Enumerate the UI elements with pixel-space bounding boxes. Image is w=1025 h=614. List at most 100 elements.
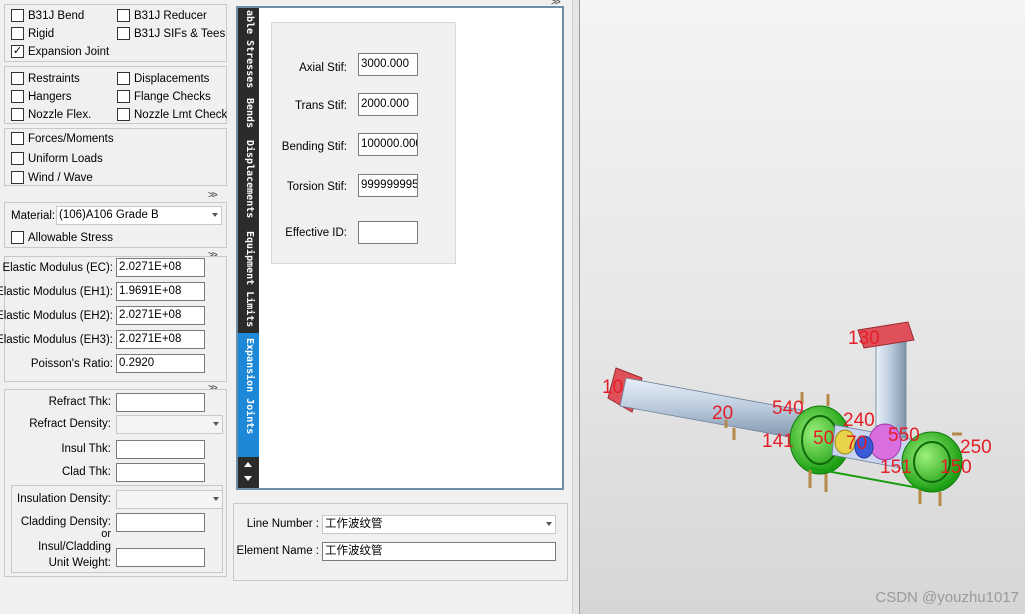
tab-allowable-stresses[interactable]: able Stresses xyxy=(244,10,255,88)
effective-id-field[interactable] xyxy=(358,221,418,244)
forces-moments-checkbox[interactable]: Forces/Moments xyxy=(11,132,114,145)
checkbox-label: Displacements xyxy=(134,72,210,85)
node-label: 20 xyxy=(712,403,734,424)
displacements-checkbox[interactable]: Displacements xyxy=(117,72,209,85)
element-name-label: Element Name : xyxy=(236,545,319,557)
checkbox-box xyxy=(11,231,24,244)
checkbox-box xyxy=(11,90,24,103)
rigid-checkbox[interactable]: Rigid xyxy=(11,27,54,40)
trans-stif-field[interactable]: 2000.000 xyxy=(358,93,418,116)
ec-label: Elastic Modulus (EC): xyxy=(2,262,113,274)
axial-stif-field[interactable]: 3000.000 xyxy=(358,53,418,76)
checkbox-label: Nozzle Flex. xyxy=(28,108,92,121)
node-label: 250 xyxy=(960,437,992,458)
checkbox-label: B31J Reducer xyxy=(134,9,207,22)
cladding-density-field[interactable] xyxy=(116,513,205,532)
tab-scroll-up-icon[interactable] xyxy=(244,462,252,467)
insul-thk-field[interactable] xyxy=(116,440,205,459)
unit-weight-label-2: Unit Weight: xyxy=(48,557,111,569)
or-label: or xyxy=(101,528,111,540)
checkbox-label: Flange Checks xyxy=(134,90,211,103)
flange-checks-checkbox[interactable]: Flange Checks xyxy=(117,90,211,103)
unit-weight-field[interactable] xyxy=(116,548,205,567)
eh3-label: Elastic Modulus (EH3): xyxy=(0,334,113,346)
clad-thk-label: Clad Thk: xyxy=(61,466,111,478)
tab-bends[interactable]: Bends xyxy=(244,98,255,128)
checkbox-box xyxy=(117,72,130,85)
torsion-stif-label: Torsion Stif: xyxy=(286,181,347,193)
checkbox-box xyxy=(117,27,130,40)
checkbox-label: B31J Bend xyxy=(28,9,85,22)
checkbox-label: Restraints xyxy=(28,72,80,85)
refract-thk-field[interactable] xyxy=(116,393,205,412)
poisson-field[interactable]: 0.2920 xyxy=(116,354,205,373)
material-select[interactable]: (106)A106 Grade B xyxy=(56,206,222,225)
poisson-label: Poisson's Ratio: xyxy=(30,358,113,370)
element-name-field[interactable]: 工作波纹管 xyxy=(322,542,556,561)
refract-thk-label: Refract Thk: xyxy=(48,396,111,408)
nozzle-flex-checkbox[interactable]: Nozzle Flex. xyxy=(11,108,91,121)
checkbox-label: Nozzle Lmt Check xyxy=(134,108,228,121)
wind-wave-checkbox[interactable]: Wind / Wave xyxy=(11,171,93,184)
bending-stif-label: Bending Stif: xyxy=(281,141,347,153)
node-label: 151 xyxy=(880,457,912,478)
cladding-density-label: Cladding Density: xyxy=(20,516,111,528)
unit-weight-label-1: Insul/Cladding xyxy=(38,541,111,553)
tab-equipment-limits[interactable]: Equipment Limits xyxy=(244,231,255,327)
checkbox-label: Allowable Stress xyxy=(28,231,114,244)
material-label: Material: xyxy=(11,210,56,222)
ec-field[interactable]: 2.0271E+08 xyxy=(116,258,205,277)
checkbox-box xyxy=(117,108,130,121)
b31j-sifs-tees-checkbox[interactable]: B31J SIFs & Tees xyxy=(117,27,225,40)
node-label: 240 xyxy=(843,410,875,431)
dropdown-arrow-icon xyxy=(213,422,219,426)
dropdown-arrow-icon xyxy=(213,497,219,501)
node-label: 130 xyxy=(848,328,880,349)
expansion-joint-checkbox[interactable]: ✓ Expansion Joint xyxy=(11,45,109,58)
panel-splitter[interactable] xyxy=(572,0,580,614)
nozzle-lmt-check-checkbox[interactable]: Nozzle Lmt Check xyxy=(117,108,227,121)
line-number-label: Line Number : xyxy=(246,518,319,530)
checkbox-box xyxy=(11,72,24,85)
checkbox-box xyxy=(11,152,24,165)
restraints-checkbox[interactable]: Restraints xyxy=(11,72,80,85)
insul-density-select[interactable] xyxy=(116,490,223,509)
checkbox-label: Forces/Moments xyxy=(28,132,114,145)
insul-density-label: Insulation Density: xyxy=(17,493,111,505)
tab-scroll-down-icon[interactable] xyxy=(244,476,252,481)
node-label: 540 xyxy=(772,398,804,419)
checkbox-label: B31J SIFs & Tees xyxy=(134,27,226,40)
expand-material-icon[interactable]: >> xyxy=(208,190,218,201)
eh2-label: Elastic Modulus (EH2): xyxy=(0,310,113,322)
allowable-stress-checkbox[interactable]: Allowable Stress xyxy=(11,231,113,244)
torsion-stif-field[interactable]: 999999995 xyxy=(358,174,418,197)
insul-thk-label: Insul Thk: xyxy=(61,443,111,455)
watermark: CSDN @youzhu1017 xyxy=(875,589,1019,606)
eh3-field[interactable]: 2.0271E+08 xyxy=(116,330,205,349)
checkbox-label: Uniform Loads xyxy=(28,152,103,165)
checkbox-box xyxy=(11,171,24,184)
b31j-bend-checkbox[interactable]: B31J Bend xyxy=(11,9,84,22)
b31j-reducer-checkbox[interactable]: B31J Reducer xyxy=(117,9,207,22)
checkbox-label: Expansion Joint xyxy=(28,45,110,58)
tab-expansion-joints[interactable]: Expansion Joints xyxy=(244,338,255,434)
material-value: (106)A106 Grade B xyxy=(59,209,159,221)
hangers-checkbox[interactable]: Hangers xyxy=(11,90,71,103)
checkmark-icon: ✓ xyxy=(11,45,24,58)
eh1-field[interactable]: 1.9691E+08 xyxy=(116,282,205,301)
checkbox-box xyxy=(11,132,24,145)
bending-stif-field[interactable]: 100000.000 xyxy=(358,133,418,156)
line-number-value: 工作波纹管 xyxy=(325,518,383,530)
node-label: 550 xyxy=(888,425,920,446)
eh2-field[interactable]: 2.0271E+08 xyxy=(116,306,205,325)
model-view[interactable]: 10 20 540 141 50 240 70 550 130 250 151 … xyxy=(580,0,1025,614)
checkbox-box xyxy=(11,9,24,22)
checkbox-label: Wind / Wave xyxy=(28,171,93,184)
uniform-loads-checkbox[interactable]: Uniform Loads xyxy=(11,152,103,165)
line-number-select[interactable]: 工作波纹管 xyxy=(322,515,556,534)
clad-thk-field[interactable] xyxy=(116,463,205,482)
node-label: 141 xyxy=(762,431,794,452)
refract-density-select[interactable] xyxy=(116,415,223,434)
checkbox-box xyxy=(11,27,24,40)
tab-displacements[interactable]: Displacements xyxy=(244,140,255,218)
